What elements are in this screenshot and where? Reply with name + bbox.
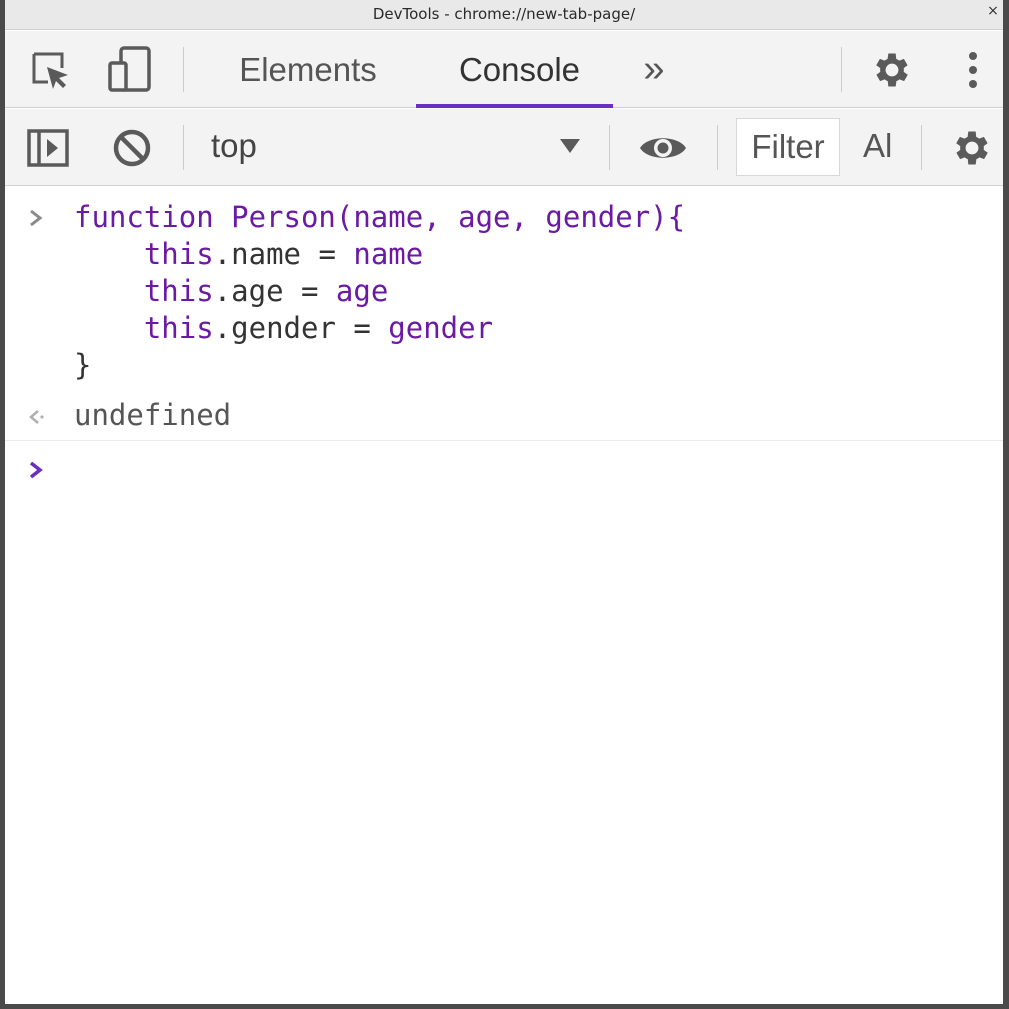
- active-tab-indicator: [416, 104, 613, 108]
- more-vertical-icon[interactable]: [955, 47, 991, 93]
- log-levels-dropdown[interactable]: Al: [863, 127, 892, 165]
- code-token: gender: [388, 311, 494, 345]
- sidebar-toggle-icon[interactable]: [25, 125, 71, 171]
- code-line: function Person(name, age, gender){: [74, 199, 685, 236]
- code-token: function Person(name, age, gender){: [74, 200, 686, 234]
- clear-console-icon[interactable]: [109, 125, 155, 171]
- toolbar-divider: [183, 47, 184, 92]
- filter-input[interactable]: Filter: [736, 118, 840, 176]
- devtools-window: DevTools - chrome://new-tab-page/ × Elem…: [0, 0, 1009, 1009]
- eye-icon[interactable]: [637, 125, 689, 171]
- divider: [5, 440, 1003, 441]
- more-tabs-button[interactable]: »: [629, 31, 679, 108]
- tab-console[interactable]: Console: [421, 31, 618, 108]
- console-panel[interactable]: function Person(name, age, gender){ this…: [5, 187, 1003, 1004]
- code-token: age: [335, 274, 389, 308]
- result-arrow-icon: [25, 406, 47, 428]
- code-line: }: [74, 347, 91, 384]
- toolbar-divider: [183, 125, 184, 170]
- code-token: .gender =: [213, 311, 389, 345]
- code-token: this: [143, 274, 214, 308]
- code-line: this.name = name: [74, 236, 423, 273]
- toolbar-divider: [921, 125, 922, 170]
- console-settings-gear-icon[interactable]: [949, 125, 995, 171]
- prompt-chevron-icon: [25, 459, 47, 481]
- toolbar-divider: [841, 47, 842, 92]
- context-selector[interactable]: top: [211, 127, 257, 165]
- title-bar: DevTools - chrome://new-tab-page/ ×: [5, 0, 1003, 30]
- chevron-down-icon[interactable]: [557, 133, 583, 159]
- toolbar-divider: [609, 125, 610, 170]
- code-token: }: [74, 348, 92, 382]
- code-line: this.age = age: [74, 273, 388, 310]
- tab-elements[interactable]: Elements: [227, 31, 389, 108]
- main-toolbar: Elements Console »: [5, 31, 1003, 108]
- code-token: this: [143, 311, 214, 345]
- code-token: this: [143, 237, 214, 271]
- code-token: .age =: [213, 274, 336, 308]
- code-token: name: [353, 237, 424, 271]
- code-token: .name =: [213, 237, 354, 271]
- gear-icon[interactable]: [869, 47, 915, 93]
- console-toolbar: top Filter Al: [5, 109, 1003, 186]
- input-chevron-icon: [25, 207, 47, 229]
- inspect-element-icon[interactable]: [27, 47, 73, 93]
- toolbar-divider: [717, 125, 718, 170]
- result-value: undefined: [74, 398, 232, 432]
- console-input[interactable]: [74, 449, 974, 486]
- window-title: DevTools - chrome://new-tab-page/: [372, 5, 636, 23]
- code-line: this.gender = gender: [74, 310, 493, 347]
- device-toolbar-icon[interactable]: [105, 45, 155, 95]
- close-window-icon[interactable]: ×: [985, 3, 1001, 19]
